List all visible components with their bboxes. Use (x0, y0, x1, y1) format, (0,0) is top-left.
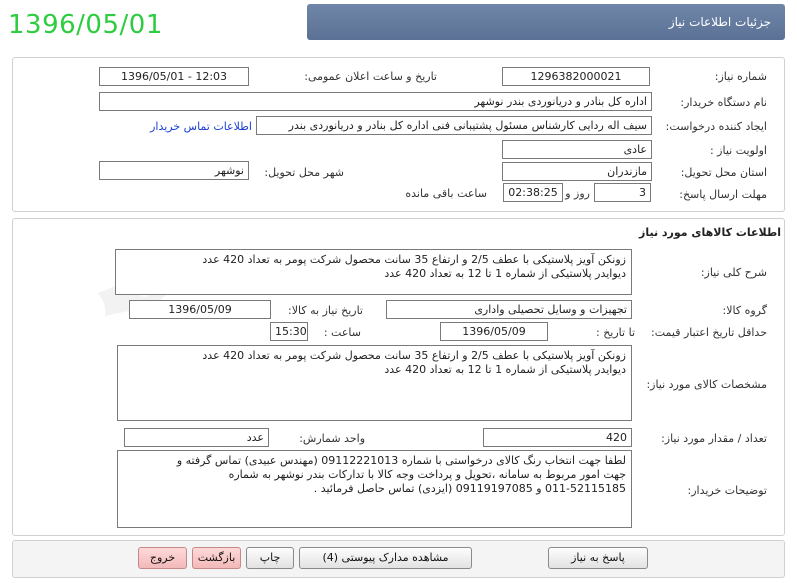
deadline-time-field: 02:38:25 (503, 183, 563, 202)
summary-label: شرح کلی نیاز: (700, 266, 767, 279)
buyer-label: نام دستگاه خریدار: (680, 96, 767, 109)
creator-label: ایجاد کننده درخواست: (665, 120, 767, 133)
page-title: جزئیات اطلاعات نیاز (307, 4, 785, 40)
specs-label: مشخصات کالای مورد نیاز: (646, 378, 767, 391)
unit-field: عدد (124, 428, 269, 447)
qty-label: تعداد / مقدار مورد نیاز: (661, 432, 767, 445)
specs-textarea[interactable]: زونکن آویز پلاستیکی با عطف 2/5 و ارتفاع … (117, 345, 632, 421)
group-label: گروه کالا: (722, 304, 767, 317)
days-and-label: روز و (565, 187, 590, 200)
announce-field: 1396/05/01 - 12:03 (99, 67, 249, 86)
goods-section-title: اطلاعات کالاهای مورد نیاز (639, 226, 781, 239)
until-date-label: تا تاریخ : (596, 326, 635, 339)
attachments-button[interactable]: مشاهده مدارک پیوستی (4) (299, 547, 472, 569)
time-field: 15:30 (270, 322, 308, 341)
print-button[interactable]: چاپ (246, 547, 294, 569)
min-price-label: حداقل تاریخ اعتبار قیمت: (651, 326, 767, 339)
reply-button[interactable]: پاسخ به نیاز (548, 547, 648, 569)
need-number-field: 1296382000021 (502, 67, 650, 86)
back-button[interactable]: بازگشت (192, 547, 241, 569)
time-label: ساعت : (323, 326, 361, 339)
date-stamp: 1396/05/01 (8, 10, 163, 40)
qty-field: 420 (483, 428, 632, 447)
province-label: استان محل تحویل: (680, 166, 767, 179)
city-field: نوشهر (99, 161, 249, 180)
need-date-label: تاریخ نیاز به کالا: (288, 304, 363, 317)
province-field: مازندران (502, 162, 652, 181)
notes-textarea[interactable]: لطفا جهت انتخاب رنگ کالای درخواستی با شم… (117, 450, 632, 528)
until-date-field: 1396/05/09 (440, 322, 548, 341)
exit-button[interactable]: خروج (138, 547, 187, 569)
notes-label: توضیحات خریدار: (687, 484, 768, 497)
city-label: شهر محل تحویل: (264, 166, 344, 179)
deadline-label: مهلت ارسال پاسخ: (679, 188, 767, 201)
top-bar: 1396/05/01 جزئیات اطلاعات نیاز (0, 0, 797, 48)
creator-field: سیف اله ردایی کارشناس مسئول پشتیبانی فنی… (256, 116, 652, 135)
priority-field: عادی (502, 140, 652, 159)
unit-label: واحد شمارش: (299, 432, 365, 445)
need-number-label: شماره نیاز: (714, 70, 767, 83)
remaining-label: ساعت باقی مانده (405, 187, 487, 200)
deadline-days-field: 3 (594, 183, 651, 202)
need-date-field: 1396/05/09 (129, 300, 271, 319)
buyer-contact-link[interactable]: اطلاعات تماس خریدار (150, 120, 252, 133)
buyer-field: اداره کل بنادر و دریانوردی بندر نوشهر (99, 92, 652, 111)
priority-label: اولویت نیاز : (709, 144, 767, 157)
summary-textarea[interactable]: زونکن آویز پلاستیکی با عطف 2/5 و ارتفاع … (115, 249, 632, 295)
announce-label: تاریخ و ساعت اعلان عمومی: (304, 70, 437, 83)
group-field: تجهیزات و وسایل تحصیلی واداری (386, 300, 632, 319)
